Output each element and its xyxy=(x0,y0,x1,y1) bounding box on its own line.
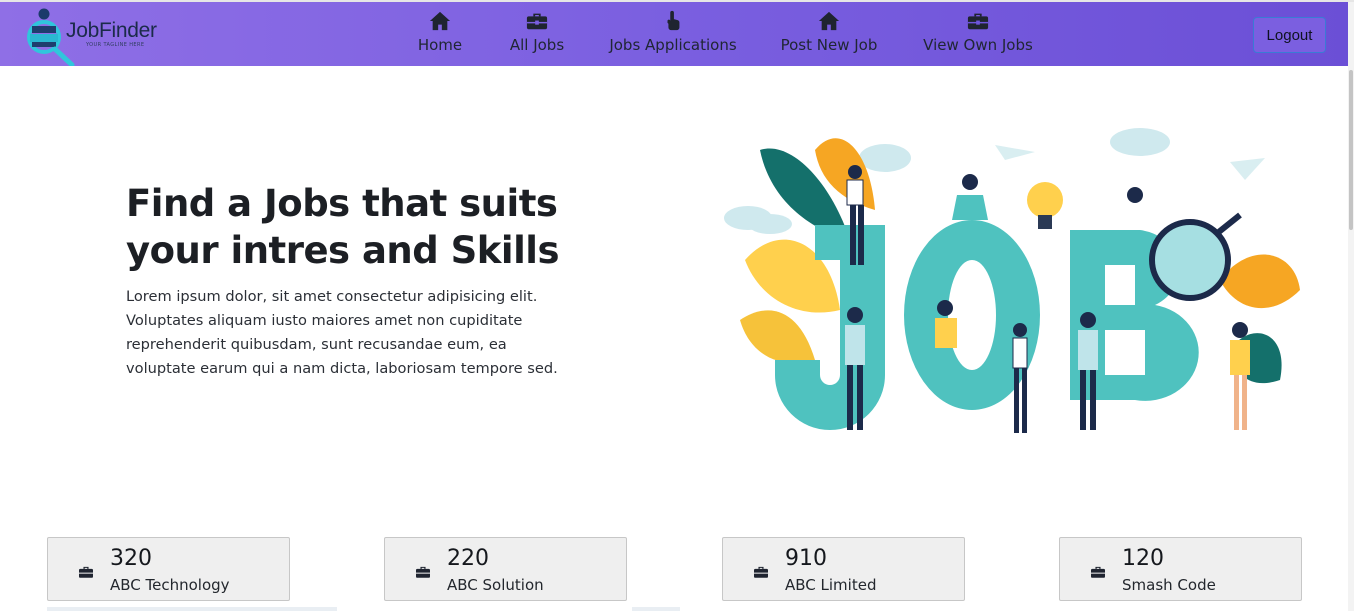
nav-label: Post New Job xyxy=(780,36,878,54)
stat-count: 910 xyxy=(785,546,827,571)
briefcase-icon xyxy=(79,566,93,578)
nav-post-new-job[interactable]: Post New Job xyxy=(778,10,880,60)
brand-logo[interactable]: JobFinder YOUR TAGLINE HERE xyxy=(22,4,192,66)
briefcase-icon xyxy=(754,566,768,578)
stat-card[interactable]: 120 Smash Code xyxy=(1059,537,1302,601)
briefcase-icon xyxy=(967,13,989,30)
top-navbar: JobFinder YOUR TAGLINE HERE Home All Job… xyxy=(0,2,1348,66)
stat-count: 320 xyxy=(110,546,152,571)
briefcase-icon xyxy=(416,566,430,578)
stat-card[interactable]: 910 ABC Limited xyxy=(722,537,965,601)
brand-name: JobFinder xyxy=(66,19,157,42)
hero-title: Find a Jobs that suits your intres and S… xyxy=(126,182,559,272)
stat-count: 220 xyxy=(447,546,489,571)
page-scrollbar[interactable] xyxy=(1348,2,1354,611)
scrollbar-thumb[interactable] xyxy=(1349,70,1353,230)
home-icon xyxy=(818,11,840,31)
nav-jobs-applications[interactable]: Jobs Applications xyxy=(606,10,740,60)
nav-label: Home xyxy=(417,36,463,54)
divider xyxy=(47,607,337,611)
divider xyxy=(632,607,680,611)
nav-view-own-jobs[interactable]: View Own Jobs xyxy=(921,10,1035,60)
briefcase-icon xyxy=(526,13,548,30)
stat-company: ABC Limited xyxy=(785,576,877,594)
stat-card[interactable]: 320 ABC Technology xyxy=(47,537,290,601)
nav-home[interactable]: Home xyxy=(414,10,466,60)
nav-all-jobs[interactable]: All Jobs xyxy=(505,10,569,60)
hero-description: Lorem ipsum dolor, sit amet consectetur … xyxy=(126,288,558,377)
hand-pointer-icon xyxy=(667,10,680,31)
briefcase-icon xyxy=(1091,566,1105,578)
stat-company: ABC Solution xyxy=(447,576,544,594)
stat-company: ABC Technology xyxy=(110,576,230,594)
nav-label: Jobs Applications xyxy=(609,36,737,54)
stat-card[interactable]: 220 ABC Solution xyxy=(384,537,627,601)
nav-label: View Own Jobs xyxy=(923,36,1033,54)
nav-label: All Jobs xyxy=(509,36,565,54)
logout-button[interactable]: Logout xyxy=(1253,17,1326,53)
brand-tagline: YOUR TAGLINE HERE xyxy=(86,42,145,48)
stat-company: Smash Code xyxy=(1122,576,1216,594)
stat-count: 120 xyxy=(1122,546,1164,571)
home-icon xyxy=(429,11,451,31)
job-illustration xyxy=(724,128,1300,433)
